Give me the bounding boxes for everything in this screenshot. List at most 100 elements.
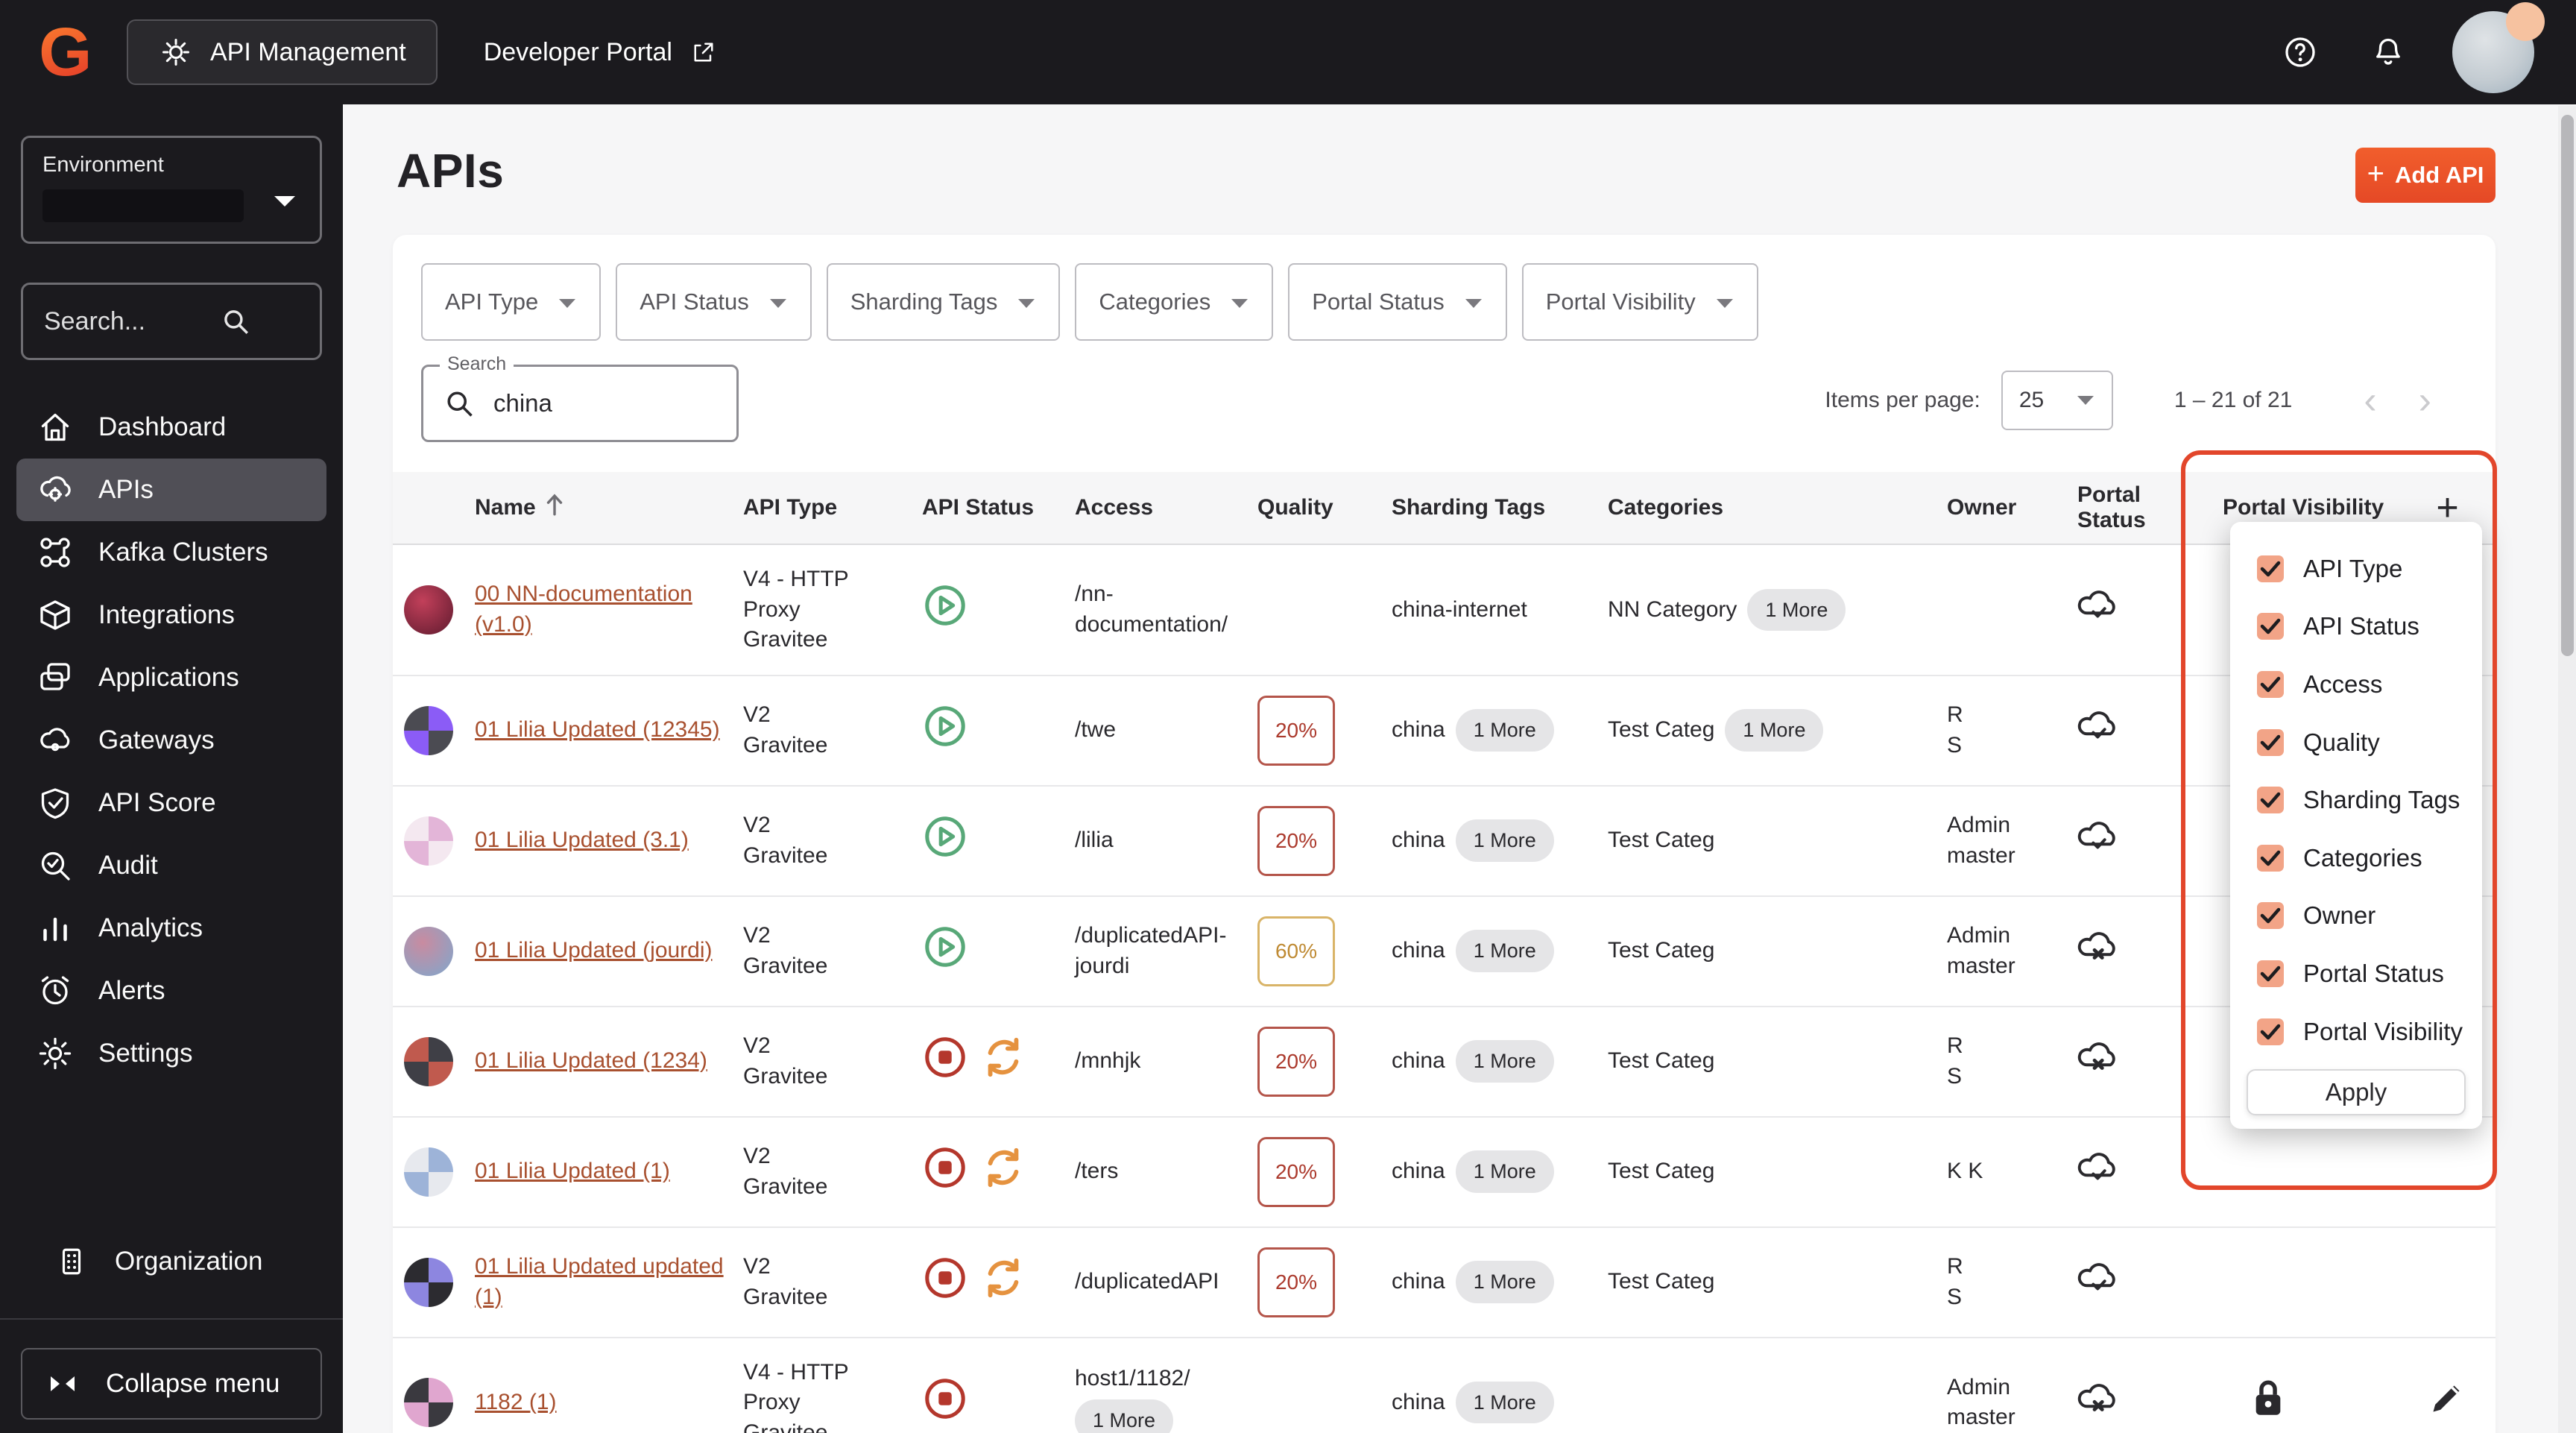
environment-selector[interactable]: Environment bbox=[21, 136, 322, 244]
column-option-access[interactable]: Access bbox=[2230, 655, 2482, 714]
column-header-api-type[interactable]: API Type bbox=[743, 485, 922, 531]
sidebar-item-dashboard[interactable]: Dashboard bbox=[16, 396, 326, 459]
column-option-portal-visibility[interactable]: Portal Visibility bbox=[2230, 1003, 2482, 1061]
more-chip[interactable]: 1 More bbox=[1725, 709, 1824, 752]
add-api-button[interactable]: + Add API bbox=[2355, 148, 2496, 203]
sidebar-item-analytics[interactable]: Analytics bbox=[16, 897, 326, 960]
checkbox-checked[interactable] bbox=[2257, 902, 2284, 930]
filter-api-type[interactable]: API Type bbox=[421, 263, 602, 341]
more-chip[interactable]: 1 More bbox=[1455, 1150, 1554, 1193]
api-name-link[interactable]: 01 Lilia Updated (1234) bbox=[475, 1048, 707, 1073]
column-header-portal-status[interactable]: Portal Status bbox=[2077, 472, 2223, 544]
portal-status-cell bbox=[2077, 798, 2223, 884]
checkbox-checked[interactable] bbox=[2257, 671, 2284, 699]
filter-api-status[interactable]: API Status bbox=[616, 263, 812, 341]
filter-label: Categories bbox=[1099, 289, 1211, 315]
filter-portal-status[interactable]: Portal Status bbox=[1288, 263, 1507, 341]
more-chip[interactable]: 1 More bbox=[1455, 819, 1554, 862]
sidebar-item-label: Alerts bbox=[98, 976, 165, 1005]
apply-button[interactable]: Apply bbox=[2247, 1069, 2466, 1115]
filter-portal-visibility[interactable]: Portal Visibility bbox=[1521, 263, 1758, 341]
column-option-categories[interactable]: Categories bbox=[2230, 829, 2482, 887]
checkbox-checked[interactable] bbox=[2257, 960, 2284, 988]
api-avatar bbox=[404, 926, 453, 976]
sidebar-search-input[interactable]: Search... bbox=[21, 283, 322, 360]
scrollbar-thumb[interactable] bbox=[2561, 115, 2574, 656]
sidebar-item-api-score[interactable]: API Score bbox=[16, 772, 326, 834]
api-name-link[interactable]: 01 Lilia Updated (jourdi) bbox=[475, 938, 713, 963]
column-option-owner[interactable]: Owner bbox=[2230, 887, 2482, 945]
sidebar-item-integrations[interactable]: Integrations bbox=[16, 584, 326, 646]
help-button[interactable] bbox=[2276, 28, 2324, 76]
column-header-owner[interactable]: Owner bbox=[1947, 485, 2077, 531]
table-search-input[interactable]: Search china bbox=[421, 353, 739, 442]
next-page-button[interactable]: › bbox=[2419, 381, 2431, 420]
categories-cell bbox=[1608, 1383, 1947, 1422]
column-option-label: Sharding Tags bbox=[2303, 786, 2460, 814]
quality-score: 20% bbox=[1257, 1247, 1335, 1317]
user-menu[interactable] bbox=[2452, 2, 2545, 93]
notifications-button[interactable] bbox=[2364, 28, 2412, 76]
more-chip[interactable]: 1 More bbox=[1455, 1261, 1554, 1303]
sidebar-item-alerts[interactable]: Alerts bbox=[16, 960, 326, 1022]
collapse-menu-button[interactable]: Collapse menu bbox=[21, 1348, 322, 1420]
checkbox-checked[interactable] bbox=[2257, 1018, 2284, 1045]
access-cell: /lilia bbox=[1075, 828, 1114, 853]
column-header-categories[interactable]: Categories bbox=[1608, 485, 1947, 531]
column-header-name[interactable]: Name bbox=[475, 482, 743, 534]
api-name-link[interactable]: 01 Lilia Updated (1) bbox=[475, 1159, 670, 1183]
checkbox-checked[interactable] bbox=[2257, 555, 2284, 582]
sharding-tags-cell: china 1 More bbox=[1392, 1362, 1608, 1433]
filter-categories[interactable]: Categories bbox=[1075, 263, 1274, 341]
column-option-portal-status[interactable]: Portal Status bbox=[2230, 945, 2482, 1003]
more-chip[interactable]: 1 More bbox=[1455, 1382, 1554, 1424]
cloud-x-icon bbox=[2077, 1038, 2121, 1086]
table-header: Name API Type API Status Access Quality Shard… bbox=[393, 472, 2496, 545]
column-option-api-type[interactable]: API Type bbox=[2230, 540, 2482, 598]
quality-cell: 20% bbox=[1257, 1118, 1392, 1226]
checkbox-checked[interactable] bbox=[2257, 613, 2284, 640]
sidebar-item-label: Gateways bbox=[98, 725, 215, 755]
sharding-tags-cell: china 1 More bbox=[1392, 1241, 1608, 1322]
column-option-api-status[interactable]: API Status bbox=[2230, 598, 2482, 656]
more-chip[interactable]: 1 More bbox=[1075, 1399, 1174, 1433]
more-chip[interactable]: 1 More bbox=[1455, 1040, 1554, 1083]
column-header-access[interactable]: Access bbox=[1075, 485, 1257, 531]
sidebar-item-kafka-clusters[interactable]: Kafka Clusters bbox=[16, 521, 326, 584]
more-chip[interactable]: 1 More bbox=[1455, 930, 1554, 972]
api-avatar bbox=[404, 1257, 453, 1307]
gravitee-logo[interactable]: G bbox=[39, 18, 92, 86]
items-per-page-select[interactable]: 25 bbox=[2001, 371, 2113, 430]
api-name-link[interactable]: 1182 (1) bbox=[475, 1390, 557, 1414]
checkbox-checked[interactable] bbox=[2257, 787, 2284, 814]
column-header-api-status[interactable]: API Status bbox=[922, 485, 1075, 531]
sidebar-item-organization[interactable]: Organization bbox=[33, 1230, 310, 1293]
api-type-cell: V4 - HTTP Proxy Gravitee bbox=[743, 567, 849, 652]
previous-page-button[interactable]: ‹ bbox=[2364, 381, 2376, 420]
developer-portal-link[interactable]: Developer Portal bbox=[484, 34, 722, 70]
sidebar-item-audit[interactable]: Audit bbox=[16, 834, 326, 897]
more-chip[interactable]: 1 More bbox=[1455, 709, 1554, 752]
column-option-quality[interactable]: Quality bbox=[2230, 714, 2482, 772]
api-name-link[interactable]: 01 Lilia Updated (3.1) bbox=[475, 828, 689, 852]
more-chip[interactable]: 1 More bbox=[1747, 588, 1846, 631]
sort-asc-icon bbox=[543, 492, 566, 523]
column-header-sharding-tags[interactable]: Sharding Tags bbox=[1392, 485, 1608, 531]
api-name-link[interactable]: 00 NN-documentation (v1.0) bbox=[475, 582, 692, 637]
categories-cell: Test Categ bbox=[1608, 1269, 1715, 1294]
product-switcher[interactable]: API Management bbox=[127, 19, 438, 85]
sidebar-item-settings[interactable]: Settings bbox=[16, 1022, 326, 1085]
gear-badge-icon bbox=[158, 34, 194, 70]
checkbox-checked[interactable] bbox=[2257, 728, 2284, 756]
column-header-quality[interactable]: Quality bbox=[1257, 485, 1392, 531]
sidebar-item-apis[interactable]: APIs bbox=[16, 459, 326, 521]
lock-icon bbox=[2248, 1377, 2288, 1429]
column-option-sharding-tags[interactable]: Sharding Tags bbox=[2230, 771, 2482, 829]
sidebar-item-gateways[interactable]: Gateways bbox=[16, 709, 326, 772]
api-name-link[interactable]: 01 Lilia Updated (12345) bbox=[475, 717, 720, 742]
edit-api-button[interactable] bbox=[2425, 1378, 2467, 1429]
api-name-link[interactable]: 01 Lilia Updated updated (1) bbox=[475, 1254, 724, 1309]
sidebar-item-applications[interactable]: Applications bbox=[16, 646, 326, 709]
filter-sharding-tags[interactable]: Sharding Tags bbox=[826, 263, 1061, 341]
checkbox-checked[interactable] bbox=[2257, 844, 2284, 872]
